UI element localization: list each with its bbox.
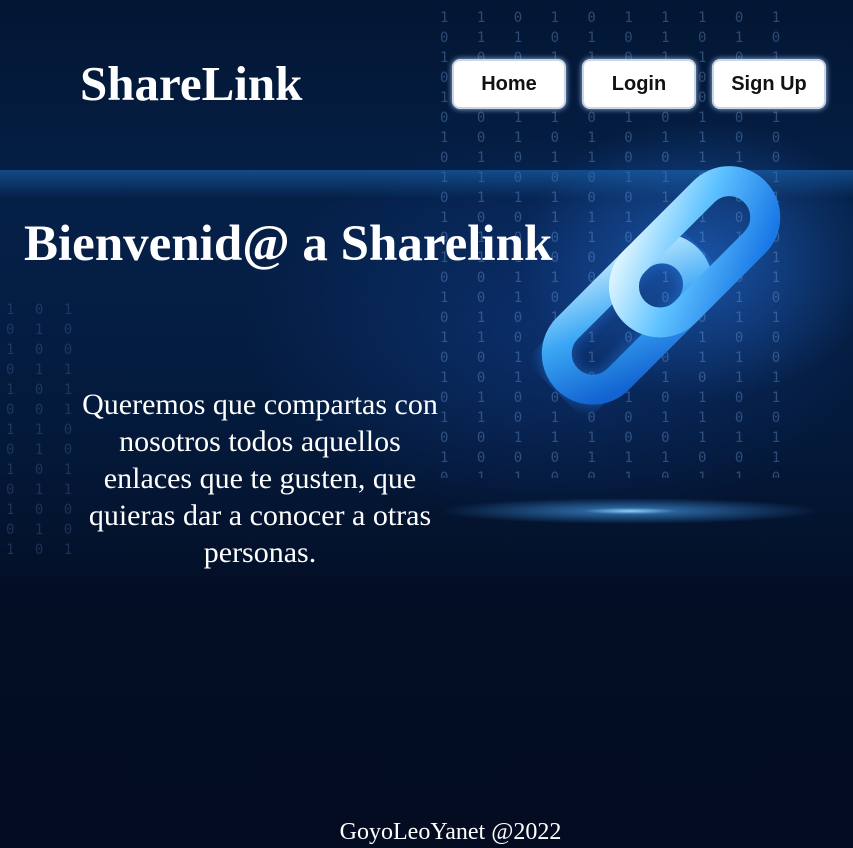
footer-text: GoyoLeoYanet @2022 — [339, 819, 562, 845]
intro-text: Queremos que compartas con nosotros todo… — [82, 388, 438, 569]
welcome-title: Bienvenid@ a Sharelink — [24, 216, 553, 272]
chain-link-icon — [538, 166, 781, 408]
sign-up-button[interactable]: Sign Up — [712, 59, 826, 109]
site-logo[interactable]: ShareLink — [80, 56, 302, 112]
binary-pattern-left: 1 0 1 0 1 0 1 0 0 0 1 1 1 0 1 0 0 1 1 1 … — [6, 302, 76, 558]
main-nav: Home Login Sign Up — [452, 59, 826, 109]
home-button[interactable]: Home — [452, 59, 566, 109]
glow-line — [440, 498, 820, 524]
page-background-bottom — [0, 560, 853, 848]
login-button[interactable]: Login — [582, 59, 696, 109]
